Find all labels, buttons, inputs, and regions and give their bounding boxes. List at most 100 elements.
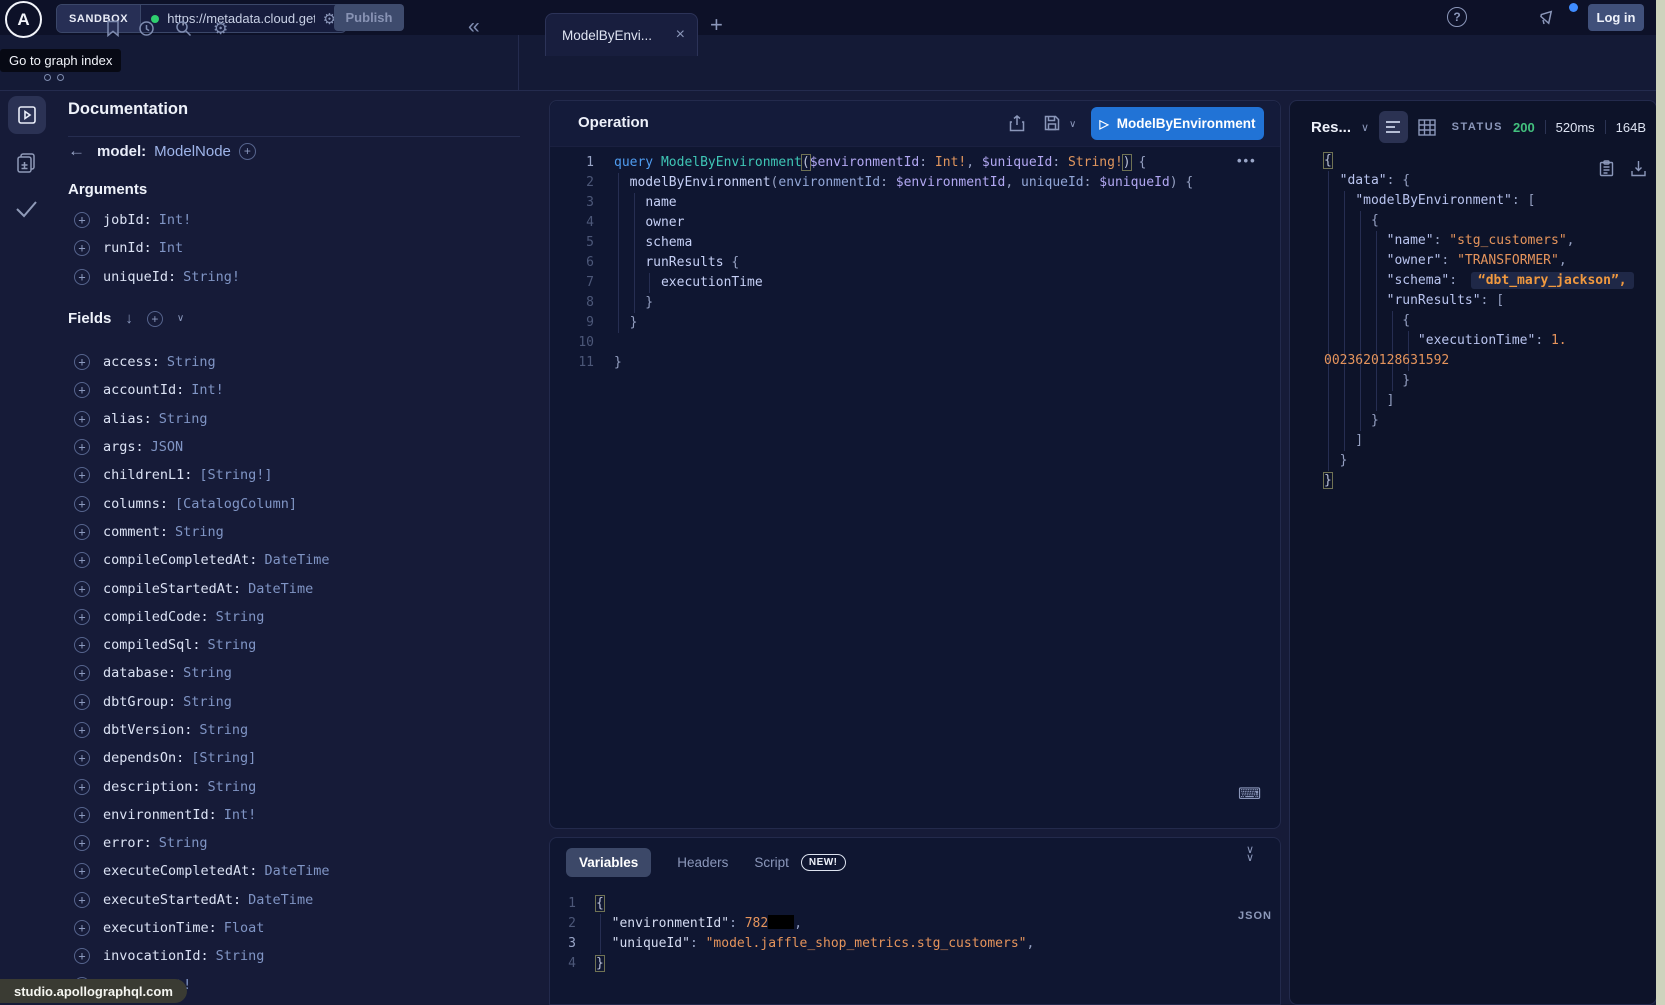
field-row-environmentId[interactable]: +environmentId:Int! — [74, 801, 329, 829]
field-row-jobId[interactable]: +jobId:Int! — [74, 206, 240, 234]
add-field-icon[interactable]: + — [239, 143, 256, 160]
endpoint-url-field[interactable]: https://metadata.cloud.get ⚙ — [141, 5, 346, 32]
table-view-icon[interactable] — [1418, 119, 1436, 136]
history-icon[interactable] — [138, 20, 155, 37]
variables-code-editor[interactable]: 1{2 "environmentId": 782,3 "uniqueId": "… — [550, 888, 1034, 974]
field-type[interactable]: String — [216, 609, 265, 625]
field-row-alias[interactable]: +alias:String — [74, 405, 329, 433]
field-row-compiledCode[interactable]: +compiledCode:String — [74, 603, 329, 631]
field-row-executeCompletedAt[interactable]: +executeCompletedAt:DateTime — [74, 857, 329, 885]
field-type[interactable]: String — [167, 354, 216, 370]
add-all-fields-icon[interactable]: + — [147, 311, 163, 327]
field-row-uniqueId[interactable]: +uniqueId:String! — [74, 263, 240, 291]
field-row-compiledSql[interactable]: +compiledSql:String — [74, 631, 329, 659]
add-to-query-icon[interactable]: + — [74, 609, 90, 625]
field-row-executeStartedAt[interactable]: +executeStartedAt:DateTime — [74, 886, 329, 914]
add-to-query-icon[interactable]: + — [74, 354, 90, 370]
field-row-error[interactable]: +error:String — [74, 829, 329, 857]
field-type[interactable]: String — [208, 779, 257, 795]
add-to-query-icon[interactable]: + — [74, 240, 90, 256]
field-row-runId[interactable]: +runId:Int — [74, 234, 240, 262]
pretty-print-button[interactable] — [1379, 111, 1408, 143]
field-type[interactable]: String — [199, 722, 248, 738]
share-icon[interactable] — [1009, 115, 1025, 132]
add-to-query-icon[interactable]: + — [74, 892, 90, 908]
editor-menu-icon[interactable]: ••• — [1237, 153, 1257, 168]
field-type[interactable]: [String!] — [199, 467, 272, 483]
sidebar-schema-item[interactable] — [13, 150, 39, 176]
field-row-compileStartedAt[interactable]: +compileStartedAt:DateTime — [74, 574, 329, 602]
add-to-query-icon[interactable]: + — [74, 439, 90, 455]
add-to-query-icon[interactable]: + — [74, 779, 90, 795]
add-to-query-icon[interactable]: + — [74, 920, 90, 936]
save-chevron-icon[interactable]: ∨ — [1069, 119, 1076, 130]
field-type[interactable]: DateTime — [264, 863, 329, 879]
add-to-query-icon[interactable]: + — [74, 212, 90, 228]
field-row-dbtVersion[interactable]: +dbtVersion:String — [74, 716, 329, 744]
announcements-icon[interactable] — [1538, 7, 1558, 27]
new-tab-icon[interactable]: + — [710, 14, 723, 36]
add-to-query-icon[interactable]: + — [74, 411, 90, 427]
apollo-logo[interactable]: A — [5, 1, 42, 38]
field-type[interactable]: DateTime — [248, 892, 313, 908]
run-operation-button[interactable]: ▷ ModelByEnvironment — [1091, 107, 1264, 140]
add-to-query-icon[interactable]: + — [74, 863, 90, 879]
help-icon[interactable]: ? — [1447, 7, 1467, 27]
field-row-invocationId[interactable]: +invocationId:String — [74, 942, 329, 970]
add-to-query-icon[interactable]: + — [74, 467, 90, 483]
sandbox-badge[interactable]: SANDBOX — [57, 5, 141, 32]
add-to-query-icon[interactable]: + — [74, 382, 90, 398]
field-row-description[interactable]: +description:String — [74, 772, 329, 800]
field-type[interactable]: String — [159, 835, 208, 851]
add-to-query-icon[interactable]: + — [74, 722, 90, 738]
field-type[interactable]: String — [208, 637, 257, 653]
bookmark-icon[interactable] — [105, 20, 121, 37]
back-arrow-icon[interactable]: ← — [68, 141, 85, 161]
field-row-dbtGroup[interactable]: +dbtGroup:String — [74, 688, 329, 716]
field-type[interactable]: Int! — [159, 212, 192, 228]
response-body[interactable]: { "data": { "modelByEnvironment": [ { "n… — [1324, 149, 1634, 491]
add-to-query-icon[interactable]: + — [74, 665, 90, 681]
settings-icon[interactable]: ⚙ — [213, 20, 228, 37]
field-type[interactable]: Int! — [191, 382, 224, 398]
field-row-compileCompletedAt[interactable]: +compileCompletedAt:DateTime — [74, 546, 329, 574]
field-type[interactable]: Int! — [224, 807, 257, 823]
search-icon[interactable] — [175, 20, 192, 37]
tab-headers[interactable]: Headers — [677, 855, 728, 870]
chevron-down-icon[interactable]: ∨ — [177, 313, 184, 324]
field-type[interactable]: DateTime — [248, 581, 313, 597]
response-title[interactable]: Res... — [1311, 119, 1351, 136]
breadcrumb-type-link[interactable]: ModelNode — [154, 143, 231, 160]
tab-close-icon[interactable]: × — [676, 27, 685, 43]
tab-variables[interactable]: Variables — [566, 848, 651, 877]
add-to-query-icon[interactable]: + — [74, 835, 90, 851]
save-icon[interactable] — [1044, 115, 1060, 131]
operation-code-editor[interactable]: 1query ModelByEnvironment($environmentId… — [550, 146, 1193, 373]
add-to-query-icon[interactable]: + — [74, 552, 90, 568]
field-type[interactable]: String — [159, 411, 208, 427]
field-row-database[interactable]: +database:String — [74, 659, 329, 687]
field-row-executionTime[interactable]: +executionTime:Float — [74, 914, 329, 942]
add-to-query-icon[interactable]: + — [74, 524, 90, 540]
field-row-columns[interactable]: +columns:[CatalogColumn] — [74, 489, 329, 517]
field-row-access[interactable]: +access:String — [74, 348, 329, 376]
field-type[interactable]: String — [183, 694, 232, 710]
field-type[interactable]: String — [183, 665, 232, 681]
add-to-query-icon[interactable]: + — [74, 581, 90, 597]
sort-down-icon[interactable]: ↓ — [125, 310, 133, 327]
field-row-accountId[interactable]: +accountId:Int! — [74, 376, 329, 404]
field-row-comment[interactable]: +comment:String — [74, 518, 329, 546]
keyboard-shortcuts-icon[interactable]: ⌨ — [1238, 784, 1261, 804]
add-to-query-icon[interactable]: + — [74, 807, 90, 823]
field-type[interactable]: String — [175, 524, 224, 540]
add-to-query-icon[interactable]: + — [74, 496, 90, 512]
field-row-args[interactable]: +args:JSON — [74, 433, 329, 461]
sidebar-checks-item[interactable] — [13, 198, 39, 220]
field-type[interactable]: [CatalogColumn] — [175, 496, 297, 512]
add-to-query-icon[interactable]: + — [74, 637, 90, 653]
login-button[interactable]: Log in — [1588, 4, 1644, 31]
field-type[interactable]: DateTime — [264, 552, 329, 568]
add-to-query-icon[interactable]: + — [74, 269, 90, 285]
field-type[interactable]: Int — [159, 240, 183, 256]
field-row-childrenL1[interactable]: +childrenL1:[String!] — [74, 461, 329, 489]
